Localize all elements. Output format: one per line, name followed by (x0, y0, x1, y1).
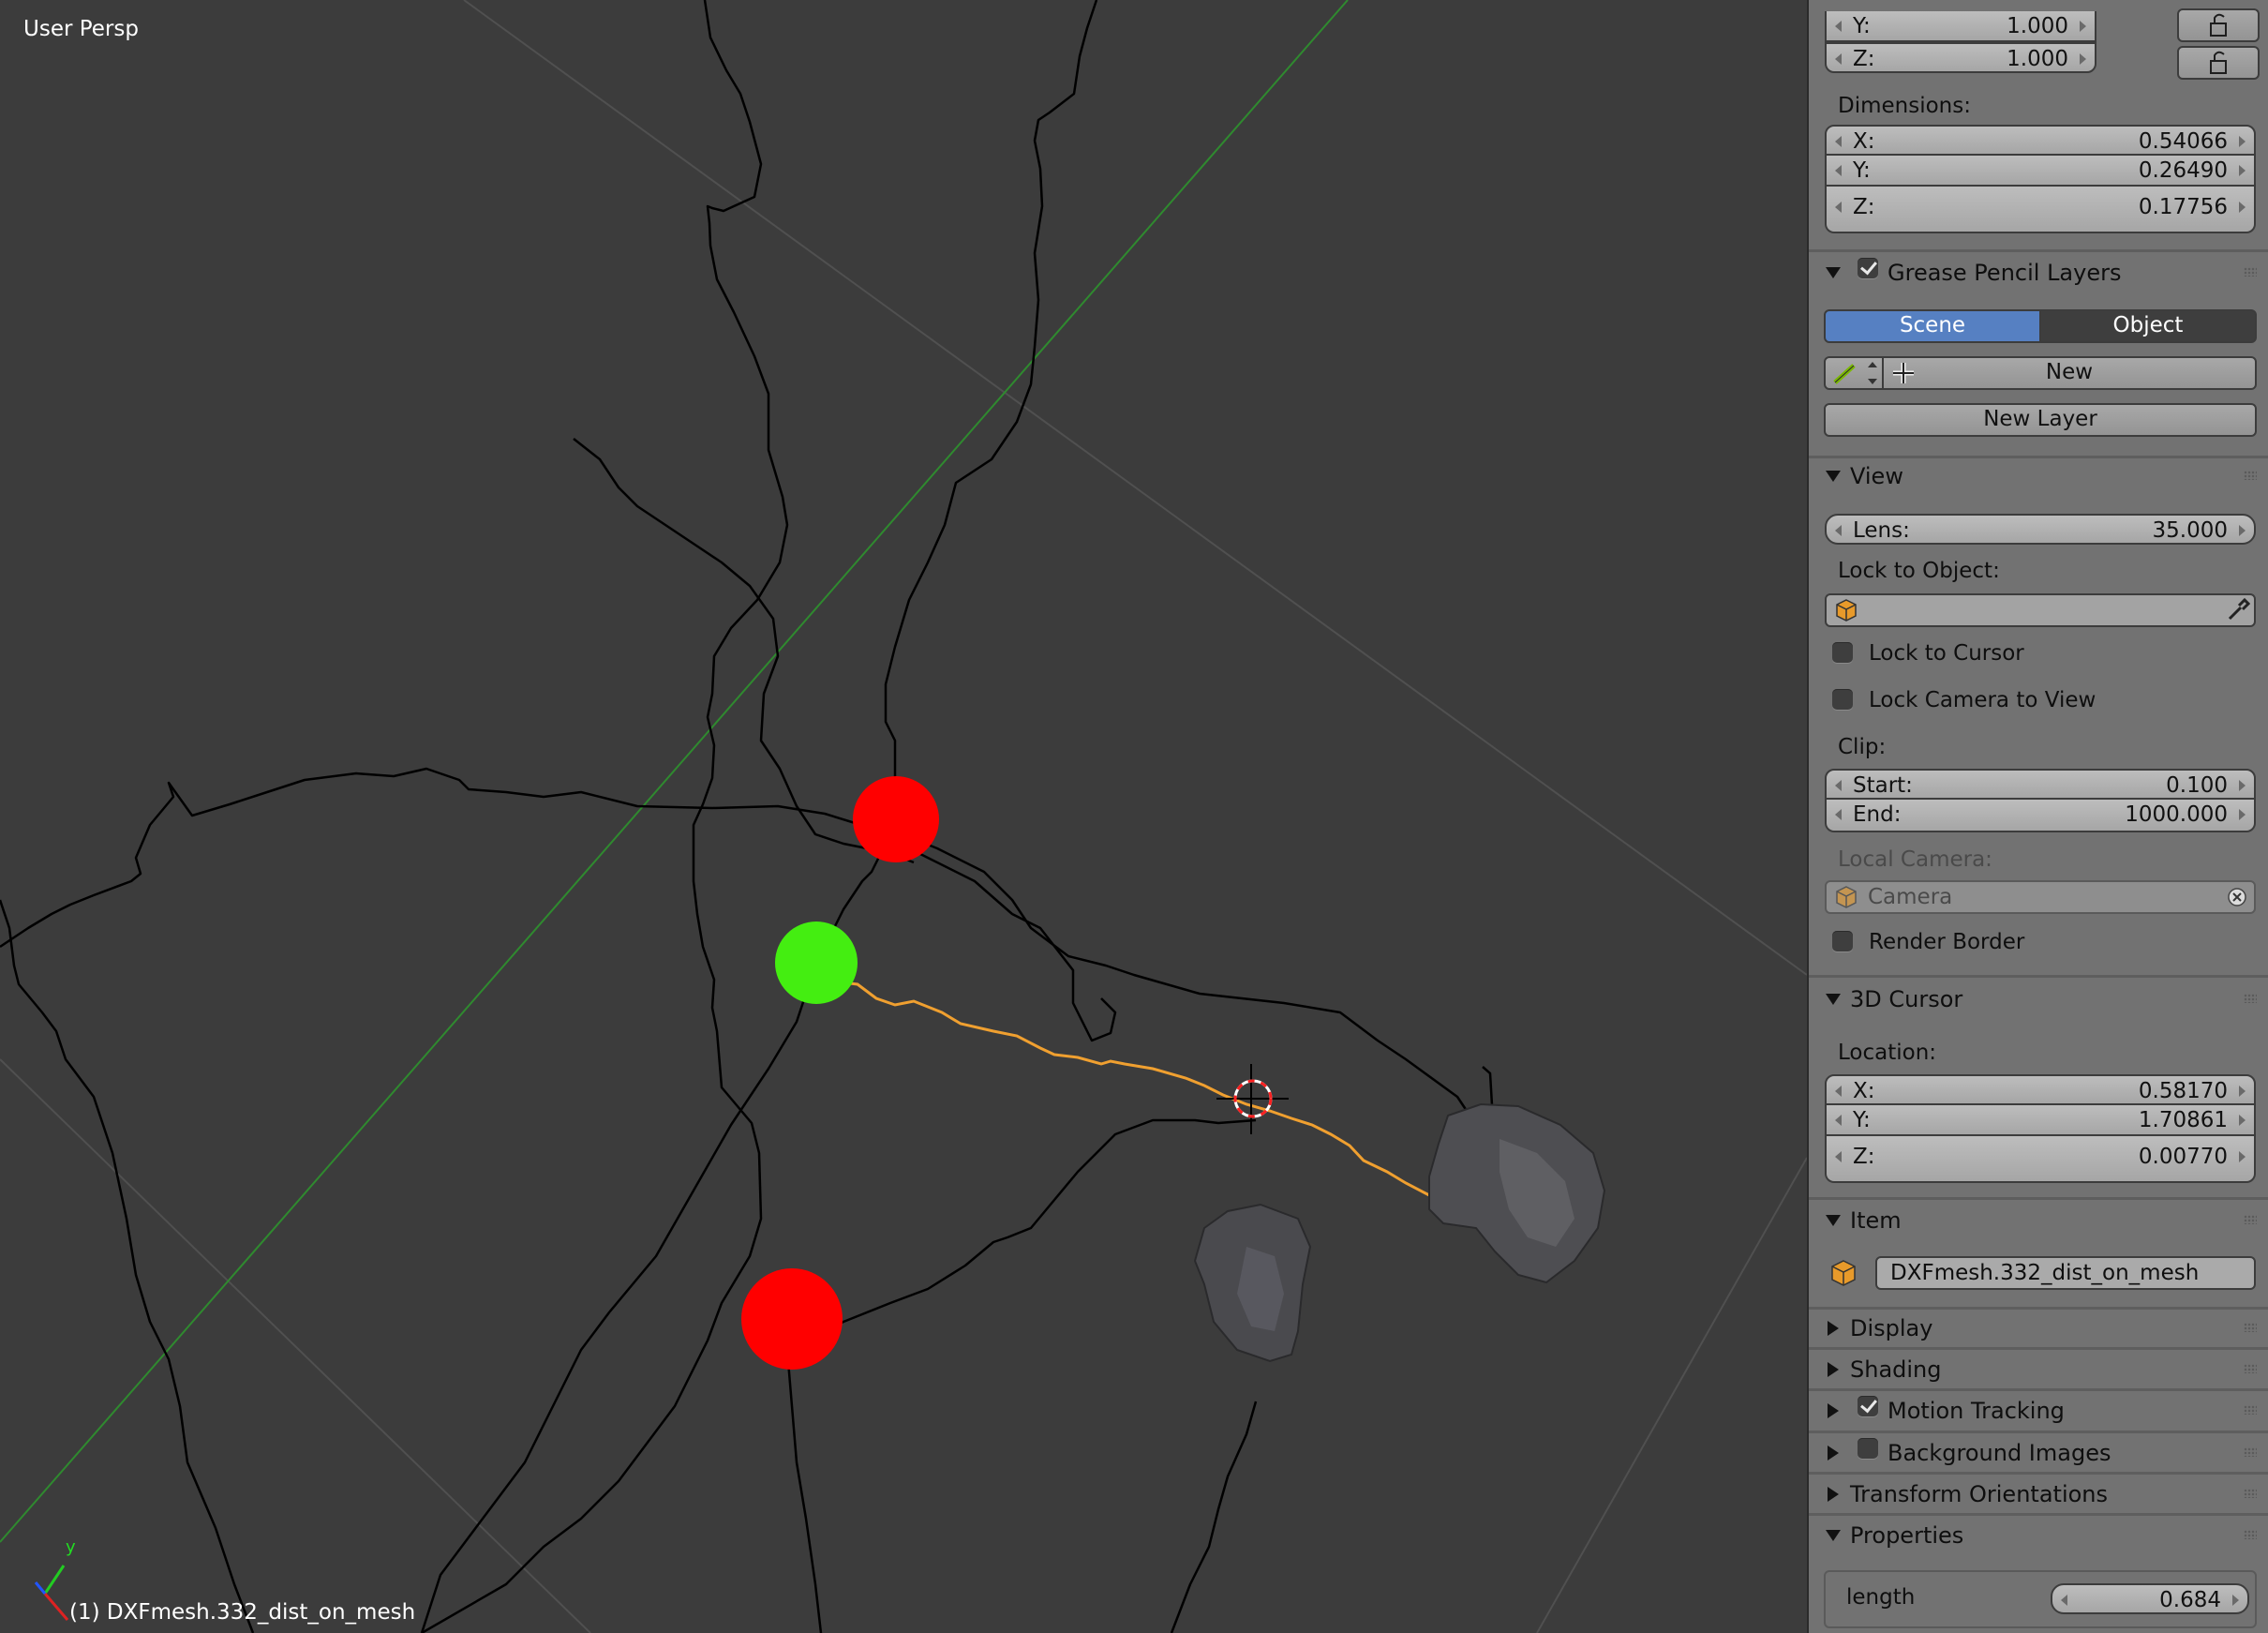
motion-tracking-checkbox[interactable] (1858, 1396, 1878, 1416)
cursor-y-field[interactable]: Y: 1.70861 (1825, 1105, 2256, 1136)
3d-viewport[interactable]: User Persp y (1) DXFmesh.332_dist_on_mes… (0, 0, 1807, 1633)
object-cube-icon (1836, 599, 1857, 622)
lock-camera-to-view-checkbox[interactable] (1832, 689, 1853, 710)
tab-scene[interactable]: Scene (1824, 309, 2041, 343)
properties-panel: Y: 1.000 Z: 1.000 Dimensions: X: 0.54066… (1807, 0, 2268, 1633)
dimension-y-field[interactable]: Y: 0.26490 (1825, 156, 2256, 187)
lens-field[interactable]: Lens: 35.000 (1825, 514, 2256, 545)
lock-to-object-field[interactable] (1825, 593, 2256, 627)
lock-scale-y-button[interactable] (2177, 8, 2260, 42)
road-line (1170, 1401, 1258, 1633)
collapse-arrow-icon (1826, 267, 1841, 278)
road-line (0, 899, 255, 1633)
motion-tracking-header[interactable]: Motion Tracking (1809, 1392, 2268, 1430)
length-property-row: length 0.684 (1824, 1570, 2257, 1628)
marker-red-top (853, 776, 939, 862)
drag-handle-icon[interactable] (2244, 1364, 2257, 1373)
road-line (420, 0, 1098, 1633)
length-field[interactable]: 0.684 (2051, 1583, 2249, 1614)
scale-y-field[interactable]: Y: 1.000 (1825, 11, 2096, 42)
render-border-checkbox[interactable] (1832, 931, 1853, 951)
pencil-icon (1833, 362, 1877, 384)
cursor-x-field[interactable]: X: 0.58170 (1825, 1074, 2256, 1105)
drag-handle-icon[interactable] (2244, 1530, 2257, 1539)
road-line (814, 1118, 1257, 1338)
grease-pencil-header[interactable]: Grease Pencil Layers (1809, 254, 2268, 292)
viewport-canvas (0, 0, 1807, 1633)
collapse-arrow-icon (1826, 1215, 1841, 1226)
drag-handle-icon[interactable] (2244, 1323, 2257, 1332)
view-label: User Persp (23, 17, 139, 41)
clip-label: Clip: (1838, 735, 1887, 759)
local-camera-field[interactable]: Camera (1825, 880, 2256, 914)
drag-handle-icon[interactable] (2244, 471, 2257, 480)
lock-to-object-label: Lock to Object: (1838, 559, 2000, 583)
dimensions-label: Dimensions: (1838, 94, 1971, 118)
lock-camera-to-view-label: Lock Camera to View (1869, 688, 2096, 712)
3d-cursor-header[interactable]: 3D Cursor (1809, 981, 2268, 1018)
clip-start-field[interactable]: Start: 0.100 (1825, 769, 2256, 800)
grid-line (463, 0, 1807, 976)
marker-red-bottom (741, 1268, 843, 1370)
shading-header[interactable]: Shading (1809, 1351, 2268, 1388)
marker-green (775, 921, 858, 1004)
render-border-label: Render Border (1869, 930, 2025, 954)
object-cube-icon (1836, 886, 1857, 908)
view-header[interactable]: View (1809, 457, 2268, 495)
expand-arrow-icon (1828, 1362, 1839, 1377)
drag-handle-icon[interactable] (2244, 267, 2257, 277)
3d-cursor (1216, 1064, 1289, 1134)
collapse-arrow-icon (1826, 1530, 1841, 1541)
scale-z-field[interactable]: Z: 1.000 (1825, 42, 2096, 73)
cursor-location-label: Location: (1838, 1041, 1937, 1065)
grease-pencil-checkbox[interactable] (1858, 258, 1878, 278)
display-header[interactable]: Display (1809, 1310, 2268, 1347)
lock-icon (2210, 13, 2227, 37)
tab-object[interactable]: Object (2039, 309, 2257, 343)
plus-icon (1893, 363, 1914, 383)
expand-arrow-icon (1828, 1446, 1839, 1461)
lock-icon (2210, 51, 2227, 74)
drag-handle-icon[interactable] (2244, 1215, 2257, 1224)
local-camera-label: Local Camera: (1838, 847, 1992, 872)
properties-header[interactable]: Properties (1809, 1517, 2268, 1554)
expand-arrow-icon (1828, 1321, 1839, 1336)
collapse-arrow-icon (1826, 471, 1841, 482)
background-images-header[interactable]: Background Images (1809, 1434, 2268, 1472)
dimension-x-field[interactable]: X: 0.54066 (1825, 125, 2256, 156)
background-images-checkbox[interactable] (1858, 1438, 1878, 1459)
drag-handle-icon[interactable] (2244, 1405, 2257, 1415)
road-line (421, 0, 789, 1633)
expand-arrow-icon (1828, 1403, 1839, 1418)
axis-y-label: y (66, 1537, 76, 1557)
drag-handle-icon[interactable] (2244, 1489, 2257, 1498)
grease-pencil-browse-button[interactable] (1824, 356, 1884, 390)
dimension-z-field[interactable]: Z: 0.17756 (1825, 187, 2256, 233)
clip-end-field[interactable]: End: 1000.000 (1825, 800, 2256, 832)
axis-gizmo (34, 1565, 69, 1621)
grid-line (0, 1058, 591, 1633)
item-name-field[interactable]: DXFmesh.332_dist_on_mesh (1875, 1256, 2256, 1290)
eyedropper-icon[interactable] (2226, 598, 2250, 622)
length-label: length (1846, 1585, 1916, 1610)
new-grease-pencil-button[interactable]: New (1882, 356, 2257, 390)
object-cube-icon (1831, 1260, 1856, 1286)
lock-to-cursor-label: Lock to Cursor (1869, 641, 2024, 666)
object-label: (1) DXFmesh.332_dist_on_mesh (69, 1600, 416, 1625)
lock-scale-z-button[interactable] (2177, 46, 2260, 80)
drag-handle-icon[interactable] (2244, 994, 2257, 1003)
y-axis-line (0, 0, 1349, 1543)
road-line (918, 851, 1117, 1042)
new-layer-button[interactable]: New Layer (1824, 403, 2257, 437)
expand-arrow-icon (1828, 1487, 1839, 1502)
road-line (785, 1349, 823, 1633)
item-header[interactable]: Item (1809, 1202, 2268, 1239)
clear-icon[interactable] (2226, 886, 2248, 908)
drag-handle-icon[interactable] (2244, 1447, 2257, 1457)
lock-to-cursor-checkbox[interactable] (1832, 642, 1853, 663)
cursor-z-field[interactable]: Z: 0.00770 (1825, 1136, 2256, 1183)
collapse-arrow-icon (1826, 994, 1841, 1005)
transform-orientations-header[interactable]: Transform Orientations (1809, 1476, 2268, 1513)
